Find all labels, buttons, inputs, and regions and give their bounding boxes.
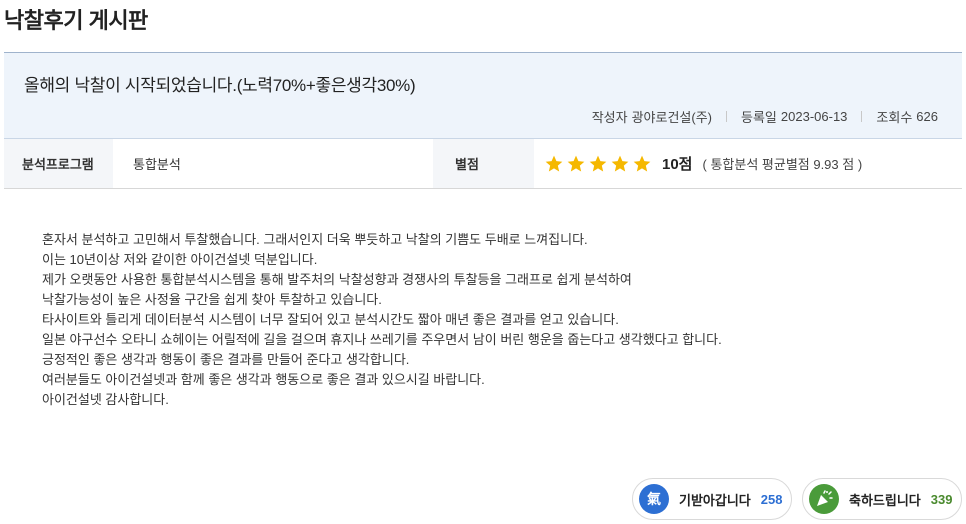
star-icon	[589, 155, 607, 171]
cheer-count: 258	[760, 491, 783, 507]
meta-divider	[861, 111, 863, 122]
body-line: 이는 10년이상 저와 같이한 아이건설넷 덕분입니다.	[42, 252, 318, 267]
star-icon	[633, 155, 651, 171]
body-line: 아이건설넷 감사합니다.	[42, 392, 169, 407]
congrats-count: 339	[930, 491, 953, 507]
rating-score: 10점	[662, 156, 693, 173]
congrats-label: 축하드립니다	[849, 492, 921, 508]
post-info-row: 분석프로그램 통합분석 별점 10점 ( 통합분석 평균별점 9.93 점 )	[4, 139, 962, 189]
date-value: 2023-06-13	[780, 109, 848, 124]
body-line: 혼자서 분석하고 고민해서 투찰했습니다. 그래서인지 더욱 뿌듯하고 낙찰의 …	[42, 232, 588, 247]
star-icon	[611, 155, 629, 171]
post-meta: 작성자 광야로건설(주) 등록일 2023-06-13 조회수 626	[592, 107, 938, 126]
cheer-button[interactable]: 氣 기받아갑니다 258	[632, 478, 792, 520]
body-line: 긍정적인 좋은 생각과 행동이 좋은 결과를 만들어 준다고 생각합니다.	[42, 352, 410, 367]
body-line: 타사이트와 틀리게 데이터분석 시스템이 너무 잘되어 있고 분석시간도 짧아 …	[42, 312, 619, 327]
post-body: 혼자서 분석하고 고민해서 투찰했습니다. 그래서인지 더욱 뿌듯하고 낙찰의 …	[42, 230, 722, 410]
cheer-label: 기받아갑니다	[679, 492, 751, 508]
author-label: 작성자	[591, 110, 628, 125]
meta-divider	[726, 111, 728, 122]
rating-label: 별점	[433, 139, 534, 188]
rating-average: ( 통합분석 평균별점 9.93 점 )	[702, 157, 863, 172]
congrats-button[interactable]: 축하드립니다 339	[802, 478, 962, 520]
body-line: 일본 야구선수 오타니 쇼헤이는 어릴적에 길을 걸으며 휴지나 쓰레기를 주우…	[42, 332, 722, 347]
qi-icon: 氣	[639, 484, 669, 514]
date-label: 등록일	[741, 110, 777, 125]
program-label: 분석프로그램	[4, 139, 113, 188]
author-value: 광야로건설(주)	[631, 110, 713, 125]
body-line: 제가 오랫동안 사용한 통합분석시스템을 통해 발주처의 낙찰성향과 경쟁사의 …	[42, 272, 632, 287]
rating-value: 10점 ( 통합분석 평균별점 9.93 점 )	[534, 139, 962, 188]
board-title: 낙찰후기 게시판	[4, 8, 148, 33]
star-icon	[567, 155, 585, 171]
post-header: 올해의 낙찰이 시작되었습니다.(노력70%+좋은생각30%) 작성자 광야로건…	[4, 52, 962, 139]
star-icon	[545, 155, 563, 171]
views-label: 조회수	[876, 110, 913, 125]
star-rating	[544, 154, 652, 174]
body-line: 여러분들도 아이건설넷과 함께 좋은 생각과 행동으로 좋은 결과 있으시길 바…	[42, 372, 485, 387]
body-line: 낙찰가능성이 높은 사정율 구간을 쉽게 찾아 투찰하고 있습니다.	[42, 292, 382, 307]
party-popper-icon	[809, 484, 839, 514]
views-value: 626	[916, 109, 938, 124]
program-value: 통합분석	[133, 157, 181, 172]
post-title: 올해의 낙찰이 시작되었습니다.(노력70%+좋은생각30%)	[24, 76, 416, 95]
